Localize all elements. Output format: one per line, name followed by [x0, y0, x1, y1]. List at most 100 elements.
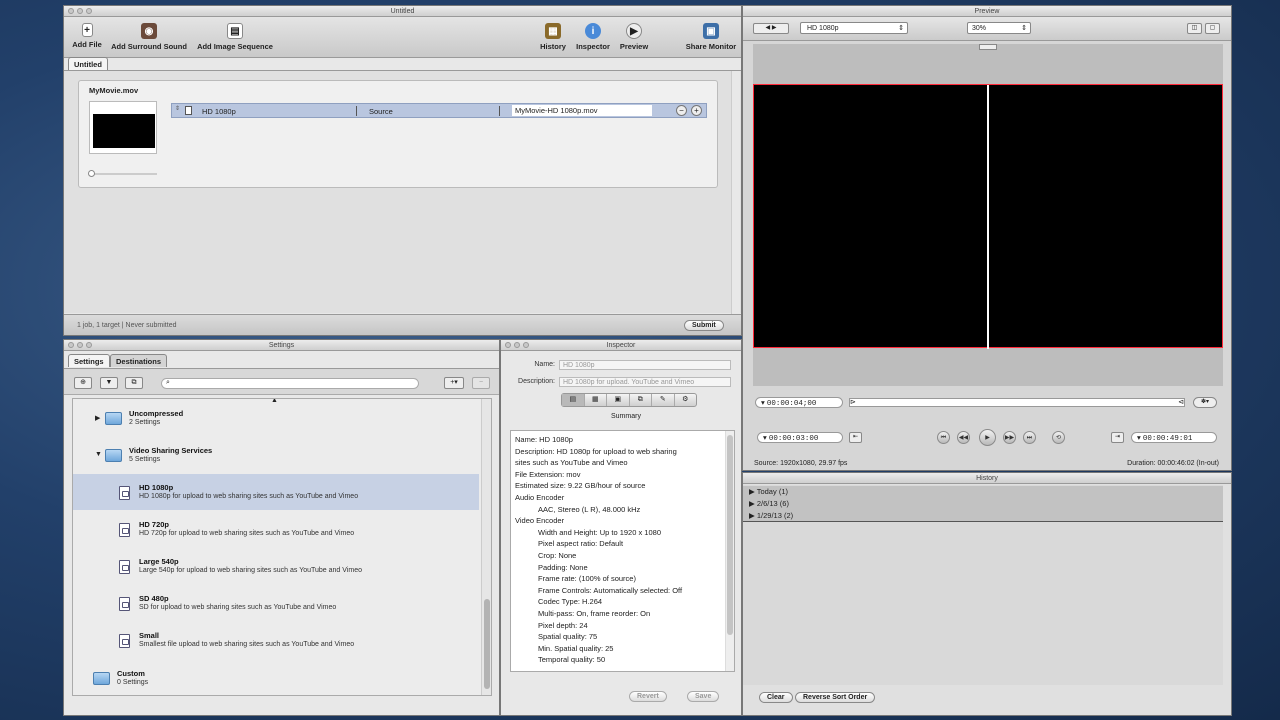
- in-timecode-value: 00:00:03:00: [768, 435, 819, 443]
- add-image-sequence-button[interactable]: ▤ Add Image Sequence: [194, 23, 276, 51]
- group-custom[interactable]: Custom 0 Settings: [73, 667, 481, 691]
- zoom-select[interactable]: 30% ⇕: [967, 22, 1031, 34]
- batch-scrollbar[interactable]: [731, 71, 740, 314]
- document-icon: +: [81, 23, 93, 37]
- group-video-sharing[interactable]: ▼ Video Sharing Services 5 Settings: [73, 444, 481, 468]
- setting-item-large-540p[interactable]: Large 540p Large 540p for upload to web …: [73, 548, 479, 584]
- frame-controls-tab-icon[interactable]: ▣: [607, 394, 630, 406]
- job-thumbnail[interactable]: [89, 101, 157, 154]
- actions-tab-icon[interactable]: ⚙: [675, 394, 697, 406]
- disclosure-triangle-icon[interactable]: ▼: [95, 451, 102, 458]
- video-frame[interactable]: [753, 84, 1223, 349]
- current-timecode[interactable]: ▾ 00:00:04;00: [755, 397, 843, 408]
- history-row-1-29-13[interactable]: ▶ 1/29/13 (2): [743, 510, 1223, 522]
- step-forward-icon[interactable]: ▶▶: [1003, 431, 1016, 444]
- out-point-marker-icon[interactable]: ⊲: [1178, 398, 1184, 406]
- in-timecode[interactable]: ▾ 00:00:03:00: [757, 432, 843, 443]
- disclosure-triangle-icon[interactable]: ▶: [95, 414, 100, 422]
- batch-titlebar: Untitled: [64, 6, 741, 17]
- target-output-file[interactable]: MyMovie-HD 1080p.mov: [512, 105, 652, 116]
- inspector-button[interactable]: i Inspector: [573, 23, 613, 51]
- window-controls[interactable]: [68, 342, 92, 348]
- target-row[interactable]: ⇕ HD 1080p Source MyMovie-HD 1080p.mov −…: [171, 103, 707, 118]
- history-icon: ▦: [545, 23, 561, 39]
- add-file-label: Add File: [72, 40, 102, 49]
- search-input[interactable]: ⌕: [161, 378, 419, 389]
- remove-target-icon[interactable]: −: [676, 105, 687, 116]
- set-out-icon[interactable]: ⇥: [1111, 432, 1124, 443]
- share-monitor-label: Share Monitor: [685, 42, 737, 51]
- stepper-icon[interactable]: ⇕: [175, 105, 180, 112]
- crop-handle-top[interactable]: [979, 44, 997, 50]
- play-icon[interactable]: ▶: [979, 429, 996, 446]
- setting-item-hd-1080p[interactable]: HD 1080p HD 1080p for upload to web shar…: [73, 474, 479, 510]
- tab-destinations[interactable]: Destinations: [110, 354, 168, 367]
- encoder-tab-icon[interactable]: ▦: [585, 394, 607, 406]
- select-arrows-icon: ⇕: [898, 25, 904, 32]
- summary-scrollbar[interactable]: [725, 431, 734, 671]
- tab-settings-label: Settings: [74, 357, 104, 366]
- group-count: 5 Settings: [129, 456, 161, 463]
- monitor-icon: ▣: [703, 23, 719, 39]
- geometry-tab-icon[interactable]: ⧉: [630, 394, 652, 406]
- settings-scrollbar[interactable]: [481, 399, 491, 695]
- timeline-actions-icon[interactable]: ✽▾: [1193, 397, 1217, 408]
- split-line[interactable]: [987, 85, 989, 349]
- scrollbar-thumb[interactable]: [484, 599, 490, 689]
- history-button[interactable]: ▦ History: [536, 23, 570, 51]
- scroll-up-arrow-icon[interactable]: ▲: [271, 399, 278, 404]
- setting-item-hd-720p[interactable]: HD 720p HD 720p for upload to web sharin…: [73, 511, 479, 547]
- add-file-button[interactable]: + Add File: [70, 23, 104, 49]
- revert-button[interactable]: Revert: [629, 691, 667, 702]
- tab-settings[interactable]: Settings: [68, 354, 110, 367]
- summary-tab-icon[interactable]: ▤: [562, 394, 585, 406]
- save-button[interactable]: Save: [687, 691, 720, 702]
- filters-tab-icon[interactable]: ✎: [652, 394, 675, 406]
- column-divider: [356, 106, 357, 116]
- window-controls[interactable]: [68, 8, 92, 14]
- scrollbar-thumb[interactable]: [727, 435, 733, 635]
- thumbnail-scrubber[interactable]: [88, 170, 157, 177]
- setting-item-small[interactable]: Small Smallest file upload to web sharin…: [73, 622, 479, 658]
- tab-untitled[interactable]: Untitled: [68, 57, 108, 70]
- step-back-icon[interactable]: ◀◀: [957, 431, 970, 444]
- split-view-icon[interactable]: ◫: [1187, 23, 1202, 34]
- submit-button[interactable]: Submit: [684, 320, 724, 331]
- out-timecode[interactable]: ▾ 00:00:49:01: [1131, 432, 1217, 443]
- window-controls[interactable]: [505, 342, 529, 348]
- disclosure-triangle-icon[interactable]: ▶: [749, 511, 757, 520]
- history-row-today[interactable]: ▶ Today (1): [743, 486, 1223, 498]
- share-monitor-button[interactable]: ▣ Share Monitor: [682, 23, 740, 51]
- add-setting-menu-icon[interactable]: +▾: [444, 377, 464, 389]
- apply-setting-icon[interactable]: ▼: [100, 377, 118, 389]
- tab-untitled-label: Untitled: [74, 60, 102, 69]
- setting-item-sd-480p[interactable]: SD 480p SD for upload to web sharing sit…: [73, 585, 479, 621]
- new-group-icon[interactable]: ⊕: [74, 377, 92, 389]
- group-uncompressed[interactable]: ▶ Uncompressed 2 Settings: [73, 407, 481, 431]
- disclosure-triangle-icon[interactable]: ▶: [749, 487, 757, 496]
- loop-icon[interactable]: ⟲: [1052, 431, 1065, 444]
- add-surround-sound-button[interactable]: ◉ Add Surround Sound: [109, 23, 189, 51]
- scrub-bar[interactable]: ⊳ ⊲: [849, 398, 1185, 407]
- setting-select[interactable]: HD 1080p ⇕: [800, 22, 908, 34]
- add-target-icon[interactable]: +: [691, 105, 702, 116]
- description-field[interactable]: HD 1080p for upload. YouTube and Vimeo: [559, 377, 731, 387]
- scrubber-knob[interactable]: [88, 170, 95, 177]
- go-to-end-icon[interactable]: ⏭: [1023, 431, 1036, 444]
- fullscreen-icon[interactable]: ▢: [1205, 23, 1220, 34]
- folder-icon: [105, 412, 122, 425]
- summary-line: sites such as YouTube and Vimeo: [515, 458, 628, 468]
- duplicate-setting-icon[interactable]: ⧉: [125, 377, 143, 389]
- prev-next-buttons[interactable]: ◀ ▶: [753, 23, 789, 34]
- in-point-marker-icon[interactable]: ⊳: [850, 398, 856, 406]
- clear-button[interactable]: Clear: [759, 692, 793, 703]
- remove-setting-icon[interactable]: −: [472, 377, 490, 389]
- name-field[interactable]: HD 1080p: [559, 360, 731, 370]
- disclosure-triangle-icon[interactable]: ▶: [749, 499, 757, 508]
- reverse-sort-order-button[interactable]: Reverse Sort Order: [795, 692, 876, 703]
- go-to-start-icon[interactable]: ⏮: [937, 431, 950, 444]
- set-in-icon[interactable]: ⇤: [849, 432, 862, 443]
- preview-button[interactable]: ▶ Preview: [616, 23, 652, 51]
- history-row-2-6-13[interactable]: ▶ 2/6/13 (6): [743, 498, 1223, 510]
- name-label: Name:: [534, 361, 555, 368]
